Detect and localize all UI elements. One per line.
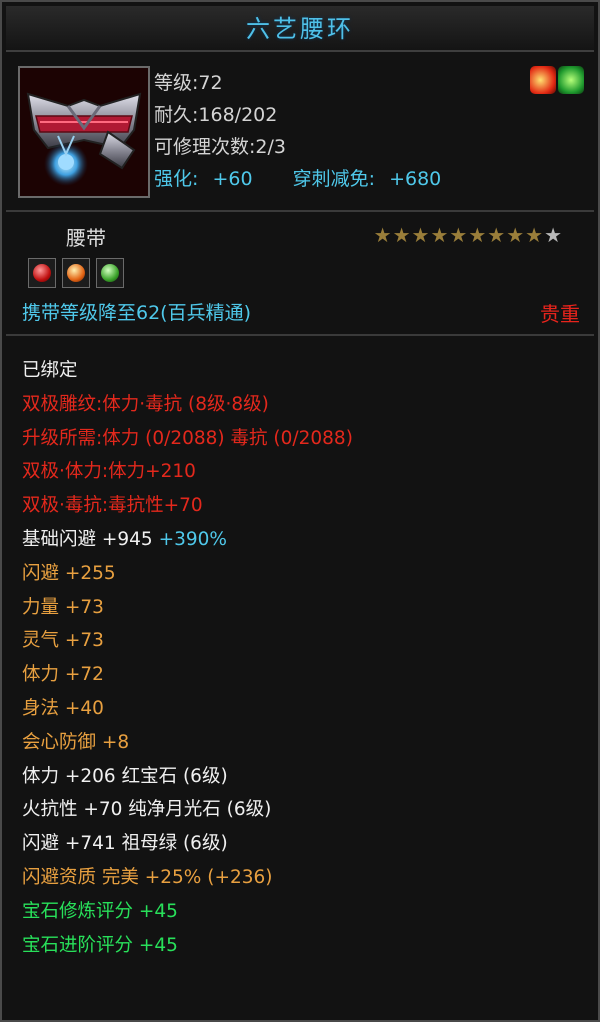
attribute-line: 基础闪避 +945 +390% [22, 523, 582, 557]
attribute-text: 会心防御 +8 [22, 731, 130, 753]
attribute-line: 体力 +206 红宝石 (6级) [22, 760, 582, 794]
item-repair-times: 可修理次数:2/3 [154, 136, 286, 158]
attribute-text: 基础闪避 +945 [22, 528, 159, 550]
item-header-section: 等级:72 耐久:168/202 可修理次数:2/3 强化: +60 穿刺减免:… [6, 54, 594, 212]
attribute-line: 力量 +73 [22, 591, 582, 625]
item-name-title: 六艺腰环 [6, 6, 594, 52]
item-level: 等级:72 [154, 72, 223, 94]
attribute-text: 宝石进阶评分 +45 [22, 934, 178, 956]
attribute-line: 宝石进阶评分 +45 [22, 929, 582, 963]
attribute-line: 身法 +40 [22, 692, 582, 726]
gem-socket [96, 258, 124, 288]
item-enhance-row: 强化: +60 穿刺减免: +680 [154, 164, 441, 191]
attribute-text: 闪避 +741 祖母绿 (6级) [22, 833, 228, 855]
attribute-line: 双极·体力:体力+210 [22, 455, 582, 489]
star-filled-icon: ★ [449, 223, 468, 247]
attribute-text: 力量 +73 [22, 596, 104, 618]
attribute-line: 闪避 +255 [22, 557, 582, 591]
star-filled-icon: ★ [487, 223, 506, 247]
star-empty-icon: ★ [544, 223, 562, 247]
attribute-text: 体力 +206 红宝石 (6级) [22, 765, 228, 787]
attribute-line: 升级所需:体力 (0/2088) 毒抗 (0/2088) [22, 422, 582, 456]
orange-gem-icon [67, 264, 85, 282]
attribute-text: 双极·体力:体力+210 [22, 461, 196, 483]
star-filled-icon: ★ [468, 223, 487, 247]
item-effect-badges [530, 66, 584, 94]
star-rating: ★ ★ ★ ★ ★ ★ ★ ★ ★ ★ [374, 224, 562, 246]
attribute-line: 闪避资质 完美 +25% (+236) [22, 861, 582, 895]
gem-sockets [28, 258, 124, 288]
red-gem-icon [33, 264, 51, 282]
pierce-value: +680 [389, 168, 442, 190]
enhance-value: +60 [212, 168, 253, 190]
gem-socket [62, 258, 90, 288]
attribute-line: 灵气 +73 [22, 624, 582, 658]
attribute-text: 体力 +72 [22, 664, 104, 686]
gem-socket [28, 258, 56, 288]
rarity-label: 贵重 [540, 302, 580, 326]
star-filled-icon: ★ [430, 223, 449, 247]
attribute-line: 双极·毒抗:毒抗性+70 [22, 489, 582, 523]
star-filled-icon: ★ [525, 223, 544, 247]
attribute-line: 闪避 +741 祖母绿 (6级) [22, 827, 582, 861]
star-filled-icon: ★ [506, 223, 525, 247]
star-filled-icon: ★ [373, 223, 392, 247]
attribute-text: 双极·毒抗:毒抗性+70 [22, 495, 203, 517]
item-durability: 耐久:168/202 [154, 104, 278, 126]
item-info-section: 腰带 ★ ★ ★ ★ ★ ★ ★ ★ ★ ★ 携带等级降至62(百兵精通) 贵重 [6, 214, 594, 336]
attribute-text: 升级所需:体力 (0/2088) 毒抗 (0/2088) [22, 427, 353, 449]
attribute-line: 火抗性 +70 纯净月光石 (6级) [22, 793, 582, 827]
attribute-text: 双极雕纹:体力·毒抗 (8级·8级) [22, 393, 269, 415]
attribute-text: 火抗性 +70 纯净月光石 (6级) [22, 799, 272, 821]
attribute-text: 闪避资质 完美 +25% (+236) [22, 866, 273, 888]
enhance-label: 强化: [154, 168, 199, 190]
pierce-label: 穿刺减免: [292, 168, 376, 190]
star-filled-icon: ★ [411, 223, 430, 247]
poison-effect-icon [558, 66, 584, 94]
carry-level-requirement: 携带等级降至62(百兵精通) [22, 302, 252, 324]
attribute-line: 双极雕纹:体力·毒抗 (8级·8级) [22, 388, 582, 422]
attribute-text: 灵气 +73 [22, 630, 104, 652]
attribute-list: 已绑定双极雕纹:体力·毒抗 (8级·8级) 升级所需:体力 (0/2088) 毒抗… [22, 354, 582, 962]
attribute-text: 身法 +40 [22, 697, 104, 719]
attribute-text: +390% [158, 528, 227, 550]
attribute-line: 已绑定 [22, 354, 582, 388]
item-tooltip-panel: 六艺腰环 等级:72 耐久:168/202 可修理次数:2/3 强化: +60 … [0, 0, 600, 1022]
attribute-text: 已绑定 [22, 360, 78, 381]
attribute-line: 会心防御 +8 [22, 726, 582, 760]
belt-item-icon [18, 66, 150, 198]
green-gem-icon [101, 264, 119, 282]
attribute-line: 体力 +72 [22, 658, 582, 692]
item-type: 腰带 [66, 226, 106, 250]
attribute-text: 宝石修炼评分 +45 [22, 900, 178, 922]
attribute-line: 宝石修炼评分 +45 [22, 895, 582, 929]
fire-effect-icon [530, 66, 556, 94]
attribute-text: 闪避 +255 [22, 562, 116, 584]
star-filled-icon: ★ [392, 223, 411, 247]
